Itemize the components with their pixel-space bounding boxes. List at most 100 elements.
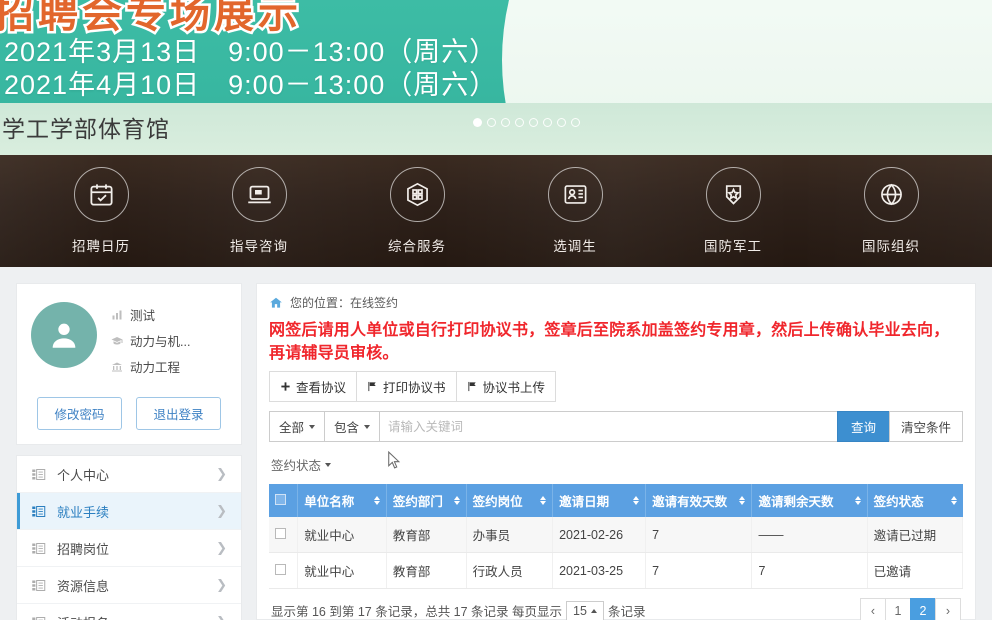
sidebar-item-employment-procedures[interactable]: 就业手续 ❯ [17,493,241,530]
carousel-dot[interactable] [543,118,552,127]
warning-notice: 网签后请用人单位或自行打印协议书，签章后至院系加盖签约专用章，然后上传确认毕业去… [269,322,950,362]
laptop-icon [231,167,287,222]
nav-item-international-organizations[interactable]: 国际组织 [831,167,951,255]
flag-icon [368,381,376,392]
hexagon-grid-icon [389,167,445,222]
match-mode-dropdown[interactable]: 包含 [324,411,381,442]
list-icon [32,542,46,554]
nav-item-comprehensive-services[interactable]: 综合服务 [357,167,477,255]
table-row[interactable]: 就业中心 教育部 行政人员 2021-03-25 7 7 已邀请 [269,552,964,589]
action-toolbar: 查看协议 打印协议书 协议书上传 [269,371,963,402]
sidebar-item-label: 活动报名 [57,613,216,620]
column-label: 邀请日期 [559,495,610,509]
column-header[interactable]: 单位名称 [297,484,387,517]
nav-item-guidance-consulting[interactable]: 指导咨询 [199,167,319,255]
scope-dropdown[interactable]: 全部 [269,411,326,442]
cell-valid-days: 7 [645,552,753,589]
column-header[interactable]: 签约岗位 [466,484,554,517]
breadcrumb: 您的位置：在线签约 [269,294,963,311]
nav-label: 选调生 [553,239,597,254]
row-checkbox[interactable] [275,563,286,575]
page-button-2[interactable]: 2 [910,598,936,620]
sidebar-item-event-registration[interactable]: 活动报名 ❯ [17,604,241,620]
flag-icon [467,381,476,392]
bars-icon [112,310,122,319]
category-nav-bar: 招聘日历 指导咨询 综合服务 选调生 国防军工 国际组织 [0,155,992,267]
row-select-cell[interactable] [269,517,299,553]
upload-agreement-button[interactable]: 协议书上传 [455,371,557,402]
shield-star-icon [705,167,761,222]
change-password-button[interactable]: 修改密码 [37,397,122,430]
row-select-cell[interactable] [269,552,299,589]
column-label: 签约状态 [873,495,924,509]
next-page-button[interactable]: › [935,598,961,620]
nav-item-defense-industry[interactable]: 国防军工 [673,167,793,255]
sort-icon [373,496,380,505]
cell-company: 就业中心 [297,517,387,553]
select-all-header[interactable] [269,484,299,517]
sort-icon [950,496,957,505]
view-agreement-button[interactable]: 查看协议 [269,371,358,402]
calendar-check-icon [73,167,129,222]
carousel-dot[interactable] [473,118,482,127]
hero-banner: 招聘会专场展示 2021年3月13日 9:00－13:00（周六） 2021年4… [0,0,992,155]
nav-item-selected-graduates[interactable]: 选调生 [515,167,635,255]
carousel-dot[interactable] [515,118,524,127]
sidebar-item-personal-center[interactable]: 个人中心 ❯ [17,456,241,493]
search-input[interactable] [379,411,838,442]
search-button[interactable]: 查询 [836,411,890,442]
logout-button[interactable]: 退出登录 [136,397,221,430]
row-checkbox[interactable] [275,527,286,539]
action-label: 打印协议书 [383,381,446,395]
carousel-dot[interactable] [529,118,538,127]
chevron-down-icon [325,462,332,467]
home-icon [270,297,282,308]
sort-icon [453,496,460,505]
chevron-right-icon: ❯ [216,614,227,620]
signing-status-label: 签约状态 [271,459,322,473]
column-header[interactable]: 邀请有效天数 [645,484,753,517]
column-label: 签约岗位 [472,495,523,509]
carousel-dot[interactable] [557,118,566,127]
column-header[interactable]: 签约状态 [867,484,963,517]
sidebar: 测试 动力与机... 动力工程 修改密码 退出登录 个人中心 ❯ 就业手续 ❯ … [16,283,242,620]
cell-invite-date: 2021-03-25 [552,552,647,589]
pagination: 显示第 16 到第 17 条记录，总共 17 条记录 每页显示 15 条记录 ‹… [269,589,963,620]
prev-page-button[interactable]: ‹ [860,598,886,620]
page-size-selector[interactable]: 15 [566,600,604,620]
carousel-dots[interactable] [473,118,580,127]
cell-invite-date: 2021-02-26 [552,517,647,553]
page-size-value: 15 [573,603,587,618]
sidebar-item-job-postings[interactable]: 招聘岗位 ❯ [17,530,241,567]
page-button-1[interactable]: 1 [885,598,911,620]
page-body: 测试 动力与机... 动力工程 修改密码 退出登录 个人中心 ❯ 就业手续 ❯ … [0,267,992,620]
select-all-checkbox[interactable] [275,493,286,505]
list-icon [32,505,46,517]
print-agreement-button[interactable]: 打印协议书 [356,371,457,402]
sidebar-menu: 个人中心 ❯ 就业手续 ❯ 招聘岗位 ❯ 资源信息 ❯ 活动报名 ❯ [16,455,242,620]
table-row[interactable]: 就业中心 教育部 办事员 2021-02-26 7 —— 邀请已过期 [269,517,964,553]
nav-item-recruitment-calendar[interactable]: 招聘日历 [41,167,161,255]
chevron-right-icon: ❯ [216,466,227,481]
nav-label: 招聘日历 [72,239,130,254]
column-header[interactable]: 邀请剩余天数 [751,484,868,517]
list-icon [32,579,46,591]
sidebar-item-label: 就业手续 [57,504,110,520]
carousel-dot[interactable] [571,118,580,127]
action-label: 查看协议 [296,381,347,395]
column-header[interactable]: 签约部门 [386,484,467,517]
column-header[interactable]: 邀请日期 [552,484,647,517]
carousel-dot[interactable] [487,118,496,127]
cell-valid-days: 7 [645,517,753,553]
carousel-dot[interactable] [501,118,510,127]
breadcrumb-text: 您的位置：在线签约 [290,296,399,310]
graduation-cap-icon [111,336,123,344]
scope-label: 全部 [279,421,305,435]
pagination-info-suffix: 条记录 [607,605,646,619]
column-label: 邀请剩余天数 [758,495,834,509]
signing-status-dropdown[interactable]: 签约状态 [271,455,332,474]
profile-department-row: 动力与机... [111,331,190,350]
clear-filters-button[interactable]: 清空条件 [888,411,963,442]
sidebar-item-resource-info[interactable]: 资源信息 ❯ [17,567,241,604]
book-icon [112,362,122,371]
